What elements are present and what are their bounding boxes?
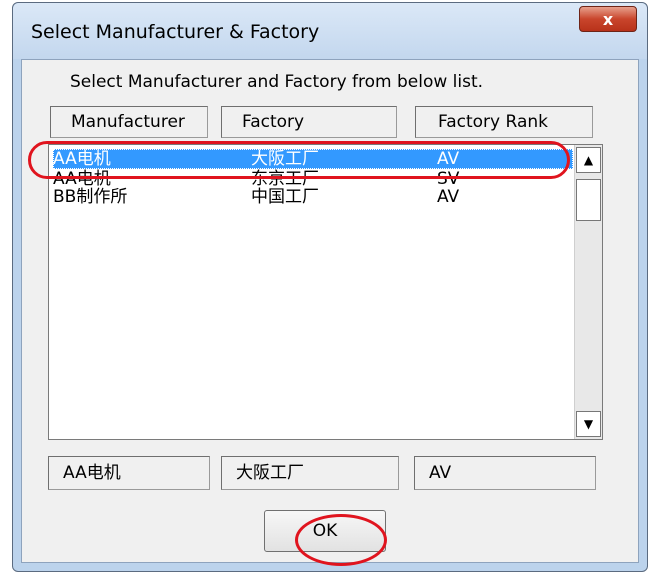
- scroll-up-icon: ▲: [583, 153, 594, 167]
- scroll-up-button[interactable]: ▲: [576, 147, 601, 173]
- row-manufacturer: AA电机: [53, 169, 111, 189]
- close-button[interactable]: x: [579, 6, 637, 32]
- row-factory: 中国工厂: [251, 187, 319, 207]
- ok-button[interactable]: OK: [264, 510, 386, 552]
- title-bar[interactable]: Select Manufacturer & Factory x: [13, 3, 647, 59]
- column-header-rank[interactable]: Factory Rank: [415, 106, 593, 138]
- list-item[interactable]: BB制作所 中国工厂 AV: [53, 187, 573, 207]
- selected-factory-field: 大阪工厂: [221, 456, 399, 490]
- dialog-window: Select Manufacturer & Factory x Select M…: [12, 2, 648, 572]
- instruction-text: Select Manufacturer and Factory from bel…: [70, 72, 484, 92]
- manufacturer-factory-list[interactable]: AA电机 大阪工厂 AV AA电机 东京工厂 SV BB制作所 中国工厂 AV …: [48, 144, 603, 440]
- vertical-scrollbar[interactable]: ▲ ▼: [574, 145, 602, 439]
- column-header-manufacturer[interactable]: Manufacturer: [50, 106, 208, 138]
- row-factory: 东京工厂: [251, 169, 319, 189]
- row-rank: AV: [437, 187, 460, 207]
- row-manufacturer: AA电机: [53, 149, 111, 169]
- list-item[interactable]: AA电机 东京工厂 SV: [53, 169, 573, 189]
- row-rank: SV: [437, 169, 460, 189]
- close-icon: x: [602, 9, 614, 29]
- row-manufacturer: BB制作所: [53, 187, 128, 207]
- list-item[interactable]: AA电机 大阪工厂 AV: [53, 149, 573, 169]
- selected-rank-field: AV: [414, 456, 596, 490]
- scroll-thumb[interactable]: [576, 179, 601, 221]
- window-title: Select Manufacturer & Factory: [31, 21, 320, 43]
- scroll-down-button[interactable]: ▼: [576, 411, 601, 437]
- dialog-body: Select Manufacturer and Factory from bel…: [21, 59, 639, 563]
- row-factory: 大阪工厂: [251, 149, 319, 169]
- row-rank: AV: [437, 149, 460, 169]
- scroll-down-icon: ▼: [583, 417, 594, 431]
- selected-manufacturer-field: AA电机: [48, 456, 210, 490]
- column-header-factory[interactable]: Factory: [221, 106, 397, 138]
